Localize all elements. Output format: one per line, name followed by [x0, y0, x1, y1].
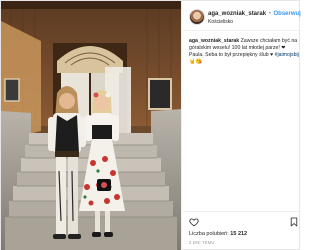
post-photo-image — [1, 1, 181, 250]
post-sidebar: aga_wozniak_starak • Obserwuj Kościelisk… — [183, 1, 301, 250]
avatar[interactable] — [189, 9, 205, 25]
post-actions: Liczba polubień: 15 212 2 DNI TEMU — [183, 211, 301, 250]
caption-username[interactable]: aga_wozniak_starak — [189, 38, 239, 44]
separator-dot: • — [268, 11, 271, 17]
post-photo[interactable] — [1, 1, 182, 250]
bookmark-icon[interactable] — [290, 217, 298, 227]
caption: aga_wozniak_starak Zawsze chciałam być n… — [189, 38, 299, 66]
follow-button[interactable]: Obserwuj — [273, 11, 300, 17]
heart-icon[interactable] — [189, 217, 199, 227]
location-link[interactable]: Kościelisko — [208, 19, 233, 26]
likes-number: 15 212 — [230, 231, 248, 237]
likes-count[interactable]: Liczba polubień: 15 212 — [189, 231, 247, 238]
post-header: aga_wozniak_starak • Obserwuj Kościelisk… — [183, 1, 301, 31]
instagram-post: aga_wozniak_starak • Obserwuj Kościelisk… — [0, 0, 301, 250]
username-link[interactable]: aga_wozniak_starak — [208, 11, 266, 17]
likes-label: Liczba polubień: — [189, 231, 229, 237]
header-line: aga_wozniak_starak • Obserwuj — [208, 10, 301, 18]
post-date[interactable]: 2 DNI TEMU — [189, 240, 215, 245]
